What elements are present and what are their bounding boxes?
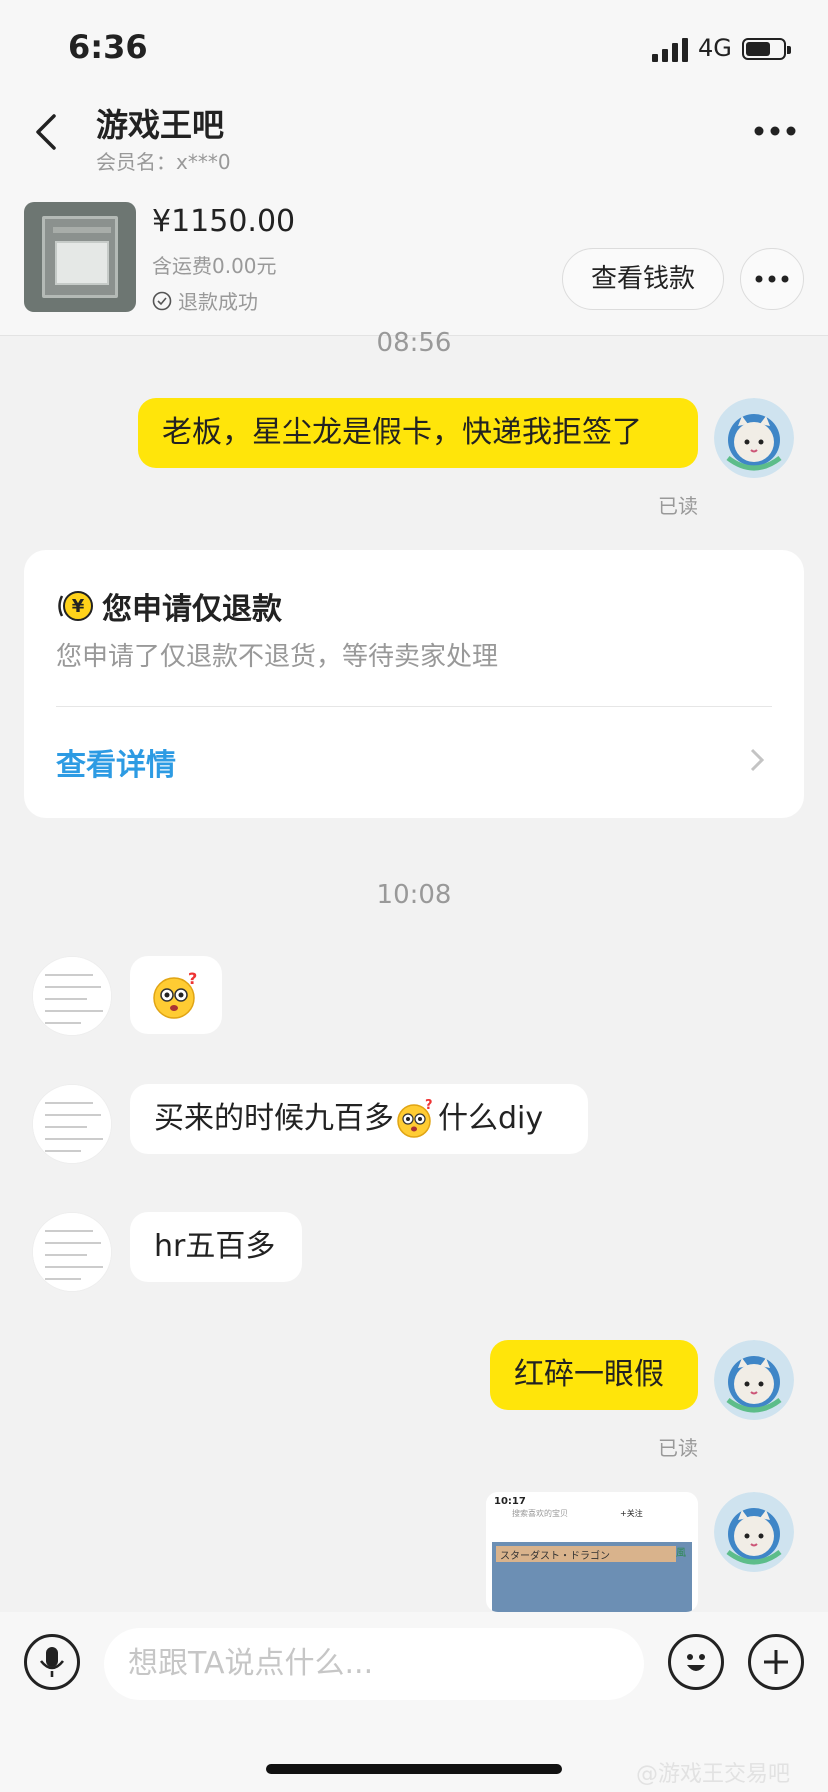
microphone-icon — [39, 1647, 65, 1677]
my-avatar[interactable] — [714, 398, 794, 478]
member-name: 会员名：x***0 — [96, 150, 231, 174]
my-avatar[interactable] — [714, 1340, 794, 1420]
cat-avatar-icon — [714, 1492, 794, 1572]
svg-text:?: ? — [188, 969, 197, 988]
message-input[interactable]: 想跟TA说点什么... — [104, 1628, 644, 1700]
card-name-ribbon: スターダスト・ドラゴン — [496, 1546, 676, 1562]
cat-avatar-icon — [714, 398, 794, 478]
check-circle-icon — [152, 291, 172, 310]
divider — [56, 706, 772, 707]
my-avatar[interactable] — [714, 1492, 794, 1572]
received-message: hr五百多 — [130, 1212, 302, 1282]
screenshot-top-bar: 10:17 搜索喜欢的宝贝 +关注 — [486, 1492, 698, 1522]
thinking-face-emoji-icon: ? — [153, 969, 197, 1019]
seller-avatar-image — [33, 1213, 111, 1291]
received-message: 买来的时候九百多 ? 什么diy — [130, 1084, 588, 1154]
screenshot-time: 10:17 — [494, 1496, 526, 1507]
seller-avatar-image — [33, 957, 111, 1035]
timestamp: 08:56 — [376, 328, 452, 358]
card-name: スターダスト・ドラゴン — [500, 1551, 610, 1562]
read-receipt: 已读 — [658, 1436, 698, 1460]
seller-avatar[interactable] — [32, 956, 112, 1036]
sent-message: 老板，星尘龙是假卡，快递我拒签了 — [138, 398, 698, 468]
read-receipt: 已读 — [658, 494, 698, 518]
back-arrow-icon[interactable] — [28, 112, 68, 152]
product-more-button[interactable] — [740, 248, 804, 310]
yuan-coin-icon: ¥ — [58, 591, 93, 621]
sent-message: 红碎一眼假 — [490, 1340, 698, 1410]
card-attribute: 風 — [676, 1548, 686, 1559]
screenshot-search: 搜索喜欢的宝贝 — [512, 1509, 568, 1518]
svg-text:¥: ¥ — [72, 596, 85, 617]
shipping-fee: 含运费0.00元 — [152, 254, 277, 278]
voice-button[interactable] — [24, 1634, 80, 1690]
chat-title: 游戏王吧 — [96, 106, 225, 144]
received-emoji-message: ? — [130, 956, 222, 1034]
smiley-face-icon — [687, 1654, 705, 1671]
seller-avatar[interactable] — [32, 1084, 112, 1164]
product-thumbnail[interactable] — [24, 202, 136, 312]
emoji-button[interactable] — [668, 1634, 724, 1690]
chevron-right-icon[interactable] — [744, 742, 768, 778]
refund-card-subtitle: 您申请了仅退款不退货，等待卖家处理 — [56, 642, 499, 672]
add-attachment-button[interactable] — [748, 1634, 804, 1690]
more-dots-icon — [755, 275, 789, 283]
refund-status: 退款成功 — [152, 286, 258, 315]
view-money-button[interactable]: 查看钱款 — [562, 248, 724, 310]
signal-icon — [652, 38, 688, 62]
watermark: @游戏王交易吧 — [636, 1762, 791, 1787]
plus-icon — [764, 1650, 788, 1674]
battery-icon — [742, 38, 791, 60]
network-label: 4G — [698, 34, 732, 62]
sent-image-message[interactable]: 10:17 搜索喜欢的宝贝 +关注 スターダスト・ドラゴン 風 — [486, 1492, 698, 1612]
screenshot-follow: +关注 — [620, 1509, 643, 1518]
view-details-link[interactable]: 查看详情 — [56, 740, 176, 784]
message-text: 什么diy — [438, 1101, 544, 1136]
refund-status-label: 退款成功 — [178, 290, 258, 314]
seller-avatar[interactable] — [32, 1212, 112, 1292]
thinking-face-emoji-icon: ? — [397, 1098, 433, 1138]
timestamp: 10:08 — [376, 880, 452, 910]
cat-avatar-icon — [714, 1340, 794, 1420]
refund-card-title: ¥ 您申请仅退款 — [56, 584, 282, 628]
refund-card-title-text: 您申请仅退款 — [102, 592, 282, 627]
more-options-icon[interactable] — [754, 126, 796, 136]
product-price: ¥1150.00 — [152, 204, 296, 239]
message-text: 买来的时候九百多 — [154, 1101, 394, 1136]
home-indicator[interactable] — [266, 1764, 562, 1774]
status-time: 6:36 — [68, 28, 148, 66]
seller-avatar-image — [33, 1085, 111, 1163]
svg-text:?: ? — [425, 1098, 433, 1113]
